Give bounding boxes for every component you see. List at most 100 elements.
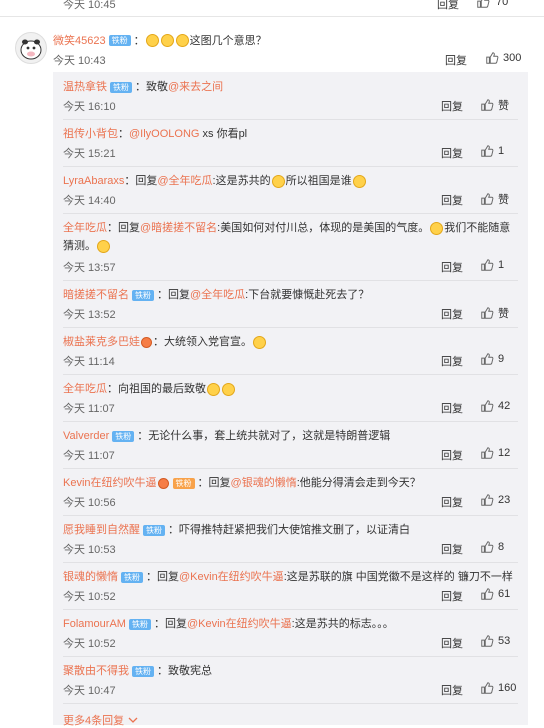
thumb-up-icon [481,541,494,553]
reply-item: 银魂的懒惰 铁粉 ：回复@Kevin在纽约吹牛逼:这是苏联的旗 中国党徽不是这样的 … [63,562,518,610]
user-name[interactable]: 祖传小背包 [63,128,118,140]
reply-time: 今天 11:07 [63,403,115,415]
user-name[interactable]: Kevin在纽约吹牛逼 [63,477,157,489]
thumb-up-icon [481,193,494,205]
user-name[interactable]: 全年吃瓜 [63,383,107,395]
like-count: 160 [498,682,517,694]
fan-badge: 铁粉 [172,478,195,489]
like-button[interactable]: 1 [480,144,504,158]
reply-line: 愿我睡到自然醒 铁粉 ：吓得推特赶紧把我们大使馆推文删了，以证清白 [63,524,410,536]
reply-time: 今天 10:56 [63,497,116,509]
user-name[interactable]: Valverder [63,430,109,442]
like-count: 12 [498,447,511,459]
reply-button[interactable]: 回复 [441,259,463,275]
like-button[interactable]: 300 [485,51,521,65]
reply-item: 全年吃瓜：向祖国的最后致敬 今天 11:07 回复 42 [63,374,518,422]
like-button[interactable]: 70 [476,0,508,9]
thumb-up-icon [481,145,494,157]
reply-line: 聚散由不得我 铁粉 ：致敬宪总 [63,665,212,677]
emoji-icon [352,174,366,188]
reply-button[interactable]: 回复 [437,0,459,12]
more-replies-link[interactable]: 更多4条回复 [63,712,138,728]
like-button[interactable]: 赞 [480,191,509,207]
like-count: 赞 [498,100,509,112]
reply-line: 温热拿铁 铁粉 ：致敬@来去之间 [63,81,224,93]
user-name[interactable]: FolamourAM [63,618,126,630]
like-button[interactable]: 9 [480,352,504,366]
reply-line: 暗搓搓不留名 铁粉 ：回复@全年吃瓜:下台就要慷慨赴死去了？ [63,289,370,301]
mention-link[interactable]: @暗搓搓不留名 [140,222,217,234]
mention-link[interactable]: @全年吃瓜 [190,289,245,301]
like-button[interactable]: 12 [480,446,510,460]
like-button[interactable]: 赞 [480,305,509,321]
reply-button[interactable]: 回复 [441,353,463,369]
fan-badge: 铁粉 [110,82,132,93]
user-name[interactable]: 银魂的懒惰 [63,571,118,583]
avatar[interactable] [15,32,47,64]
reply-button[interactable]: 回复 [441,192,463,208]
reply-button[interactable]: 回复 [441,541,463,557]
main-comment: 微笑45623 铁粉 ： 这图几个意思？ 今天 10:43 回复 300 [0,24,544,72]
like-count: 1 [498,259,505,271]
reply-button[interactable]: 回复 [441,494,463,510]
like-button[interactable]: 8 [480,540,504,554]
like-count: 赞 [498,308,509,320]
user-name[interactable]: 全年吃瓜 [63,222,107,234]
thumb-up-icon [481,635,494,647]
like-button[interactable]: 61 [480,587,510,601]
thumb-up-icon [481,588,494,600]
mention-link[interactable]: @银魂的懒惰 [231,477,297,489]
reply-time: 今天 16:10 [63,101,116,113]
user-name[interactable]: 椒盐莱克多巴娃 [63,336,140,348]
user-name[interactable]: 愿我睡到自然醒 [63,524,140,536]
fan-badge: 铁粉 [143,525,165,536]
fan-badge: 铁粉 [128,619,151,630]
mention-link[interactable]: @Kevin在纽约吹牛逼 [179,571,284,583]
user-name[interactable]: 微笑45623 [53,32,106,48]
reply-button[interactable]: 回复 [441,98,463,114]
user-name[interactable]: LyraAbaraxs [63,175,124,187]
mention-link[interactable]: @全年吃瓜 [157,175,212,187]
reply-time: 今天 11:14 [63,356,115,368]
mention-link[interactable]: @Kevin在纽约吹牛逼 [187,618,292,630]
like-count: 53 [498,635,511,647]
thumb-up-icon [481,99,494,111]
like-count: 70 [496,0,509,8]
reply-time: 今天 10:52 [63,638,116,650]
reply-item: Valverder 铁粉 ：无论什么事，套上统共就对了，这就是特朗普逻辑 今天 11… [63,421,518,469]
user-name[interactable]: 聚散由不得我 [63,665,129,677]
like-count: 8 [498,541,505,553]
like-button[interactable]: 160 [480,681,516,695]
reply-button[interactable]: 回复 [441,588,463,604]
reply-line: 祖传小背包：@IlyOOLONG xs 你看pl [63,128,248,140]
reply-button[interactable]: 回复 [441,145,463,161]
like-button[interactable]: 42 [480,399,510,413]
emoji-icon [175,33,189,47]
reply-button[interactable]: 回复 [441,682,463,698]
reply-button[interactable]: 回复 [441,447,463,463]
like-button[interactable]: 1 [480,258,504,272]
fan-badge: 铁粉 [108,34,131,46]
reply-button[interactable]: 回复 [441,306,463,322]
like-button[interactable]: 23 [480,493,510,507]
reply-button[interactable]: 回复 [445,52,467,68]
reply-item: 愿我睡到自然醒 铁粉 ：吓得推特赶紧把我们大使馆推文删了，以证清白 今天 10:53… [63,515,518,563]
reply-time: 今天 15:21 [63,148,116,160]
user-name[interactable]: 暗搓搓不留名 [63,289,129,301]
divider [0,16,544,17]
thumb-up-icon [486,52,499,64]
user-name[interactable]: 温热拿铁 [63,81,107,93]
reply-button[interactable]: 回复 [441,400,463,416]
emoji-icon [160,33,174,47]
like-button[interactable]: 53 [480,634,510,648]
mention-link[interactable]: @来去之间 [168,81,223,93]
reply-button[interactable]: 回复 [441,635,463,651]
thumb-up-icon [481,400,494,412]
thumb-up-icon [481,682,494,694]
like-count: 1 [498,145,505,157]
reply-line: FolamourAM 铁粉 ：回复@Kevin在纽约吹牛逼:这是苏共的标志。。。 [63,618,394,630]
like-button[interactable]: 赞 [480,97,509,113]
reply-item: 椒盐莱克多巴娃 ：大统领入党官宣。 今天 11:14 回复 9 [63,327,518,375]
comment-time: 今天 10:45 [63,0,116,11]
mention-link[interactable]: @IlyOOLONG [129,128,199,140]
